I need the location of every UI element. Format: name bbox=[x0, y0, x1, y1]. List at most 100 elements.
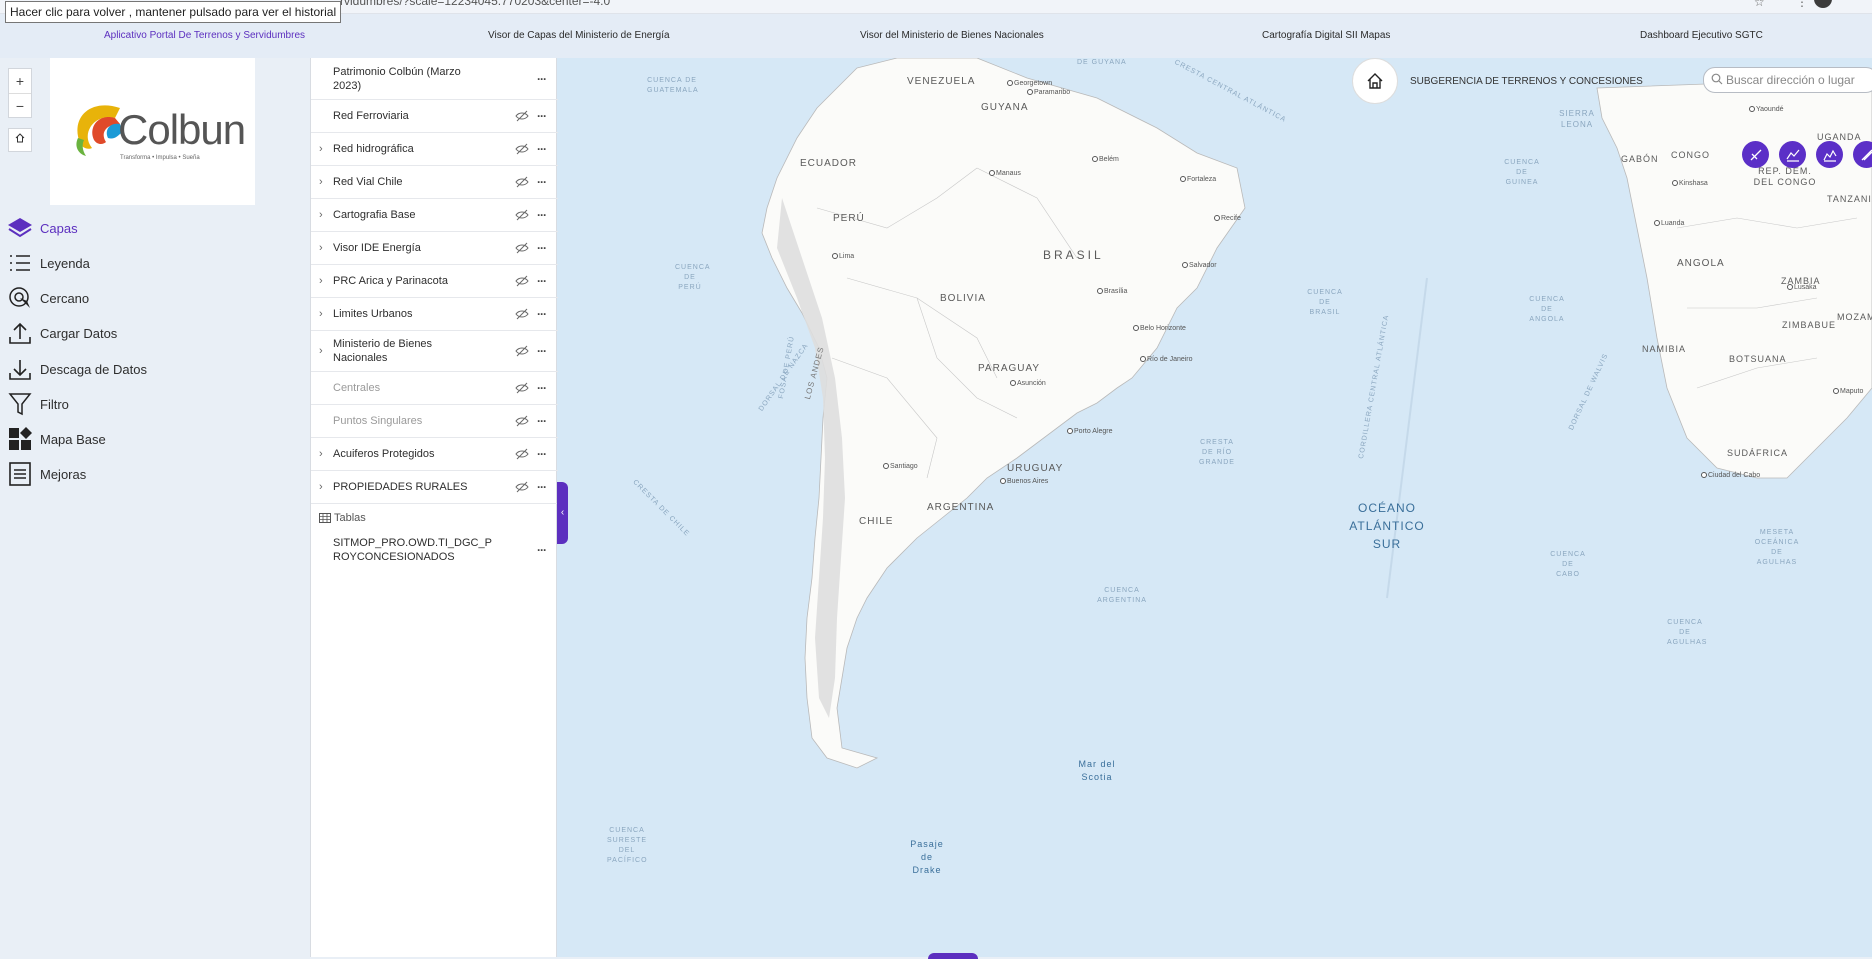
country-label: URUGUAY bbox=[1007, 463, 1063, 474]
visibility-off-icon[interactable] bbox=[515, 109, 529, 123]
layer-item[interactable]: Patrimonio Colbún (Marzo 2023)··· bbox=[311, 58, 558, 100]
country-label: ARGENTINA bbox=[927, 502, 994, 513]
visibility-off-icon[interactable] bbox=[515, 175, 529, 189]
layer-options-button[interactable]: ··· bbox=[537, 241, 546, 255]
chevron-right-icon[interactable]: › bbox=[319, 143, 323, 155]
nav-link-dashboard-sgtc[interactable]: Dashboard Ejecutivo SGTC bbox=[1640, 30, 1763, 41]
default-extent-button[interactable] bbox=[1352, 58, 1398, 104]
table-item[interactable]: SITMOP_PRO.OWD.TI_DGC_PROYCONCESIONADOS … bbox=[311, 532, 558, 568]
basin-label: CUENCA DE BRASIL bbox=[1307, 288, 1343, 318]
zoom-in-button[interactable]: + bbox=[9, 69, 31, 94]
visibility-off-icon[interactable] bbox=[515, 142, 529, 156]
city-label: Luanda bbox=[1654, 220, 1684, 227]
sidebar-item-label: Cercano bbox=[40, 291, 89, 306]
browser-toolbar-icons[interactable]: ☆ ⋮ bbox=[1754, 0, 1822, 9]
layer-item[interactable]: Puntos Singulares··· bbox=[311, 405, 558, 438]
bottom-panel-toggle[interactable] bbox=[928, 953, 978, 959]
layer-item[interactable]: ›Ministerio de Bienes Nacionales··· bbox=[311, 331, 558, 372]
country-label: SIERRA LEONA bbox=[1557, 108, 1597, 130]
layer-options-button[interactable]: ··· bbox=[537, 142, 546, 156]
layer-options-button[interactable]: ··· bbox=[537, 480, 546, 494]
layer-name: Cartografia Base bbox=[333, 208, 473, 222]
sidebar-item-mapa-base[interactable]: Mapa Base bbox=[0, 424, 170, 454]
sidebar-item-cercano[interactable]: Cercano bbox=[0, 283, 170, 313]
zoom-out-button[interactable]: − bbox=[9, 94, 31, 119]
visibility-off-icon[interactable] bbox=[515, 480, 529, 494]
city-label: Porto Alegre bbox=[1067, 428, 1113, 435]
visibility-off-icon[interactable] bbox=[515, 381, 529, 395]
country-label: NAMIBIA bbox=[1642, 344, 1686, 354]
layer-options-button[interactable]: ··· bbox=[537, 414, 546, 428]
country-label: CHILE bbox=[859, 516, 893, 527]
chevron-right-icon[interactable]: › bbox=[319, 308, 323, 320]
visibility-off-icon[interactable] bbox=[515, 344, 529, 358]
table-item-name: SITMOP_PRO.OWD.TI_DGC_PROYCONCESIONADOS bbox=[333, 536, 493, 564]
chevron-right-icon[interactable]: › bbox=[319, 448, 323, 460]
address-search-input[interactable]: Buscar dirección o lugar bbox=[1703, 67, 1872, 93]
zoom-control: + − bbox=[8, 68, 32, 118]
layer-options-button[interactable]: ··· bbox=[537, 381, 546, 395]
layer-item[interactable]: › Cartografia Base ··· bbox=[311, 199, 558, 232]
measure-tool-button[interactable] bbox=[1779, 141, 1806, 168]
chevron-right-icon[interactable]: › bbox=[319, 481, 323, 493]
layer-item[interactable]: ›Limites Urbanos··· bbox=[311, 298, 558, 331]
nav-link-visor-bienes-nacionales[interactable]: Visor del Ministerio de Bienes Nacionale… bbox=[860, 30, 1044, 41]
sidebar-item-descarga-datos[interactable]: Descaga de Datos bbox=[0, 354, 170, 384]
country-label: PARAGUAY bbox=[978, 363, 1040, 374]
address-bar[interactable]: rvidumbres/?scale=12234045.770203&center… bbox=[340, 0, 610, 8]
layer-item[interactable]: ›Acuiferos Protegidos··· bbox=[311, 438, 558, 471]
back-button-tooltip: Hacer clic para volver , mantener pulsad… bbox=[5, 1, 341, 23]
visibility-off-icon[interactable] bbox=[515, 274, 529, 288]
layer-item[interactable]: › Visor IDE Energía ··· bbox=[311, 232, 558, 265]
sidebar-item-label: Capas bbox=[40, 221, 78, 236]
chevron-right-icon[interactable]: › bbox=[319, 176, 323, 188]
chevron-right-icon[interactable]: › bbox=[319, 345, 323, 357]
sidebar-item-filtro[interactable]: Filtro bbox=[0, 389, 170, 419]
layer-options-button[interactable]: ··· bbox=[537, 109, 546, 123]
layer-item[interactable]: ›PROPIEDADES RURALES··· bbox=[311, 471, 558, 504]
layer-options-button[interactable]: ··· bbox=[537, 208, 546, 222]
home-button[interactable] bbox=[8, 128, 32, 152]
sidebar-item-label: Mapa Base bbox=[40, 432, 106, 447]
layer-options-button[interactable]: ··· bbox=[537, 274, 546, 288]
sketch-tool-button[interactable] bbox=[1742, 141, 1769, 168]
visibility-off-icon[interactable] bbox=[515, 241, 529, 255]
layer-name: Red Ferroviaria bbox=[333, 109, 473, 123]
country-label: UGANDA bbox=[1817, 132, 1862, 142]
basin-label: DE GUYANA bbox=[1077, 58, 1127, 68]
layer-name: Visor IDE Energía bbox=[333, 241, 473, 255]
basin-label: CUENCA DE GUATEMALA bbox=[647, 76, 697, 96]
layer-options-button[interactable]: ··· bbox=[537, 447, 546, 461]
elevation-profile-button[interactable] bbox=[1816, 141, 1843, 168]
country-label: ZIMBABUE bbox=[1782, 320, 1836, 330]
map-view[interactable]: VENEZUELA GUYANA ECUADOR PERÚ BRASIL BOL… bbox=[557, 58, 1872, 957]
layer-options-button[interactable]: ··· bbox=[537, 72, 546, 86]
nav-link-visor-energia[interactable]: Visor de Capas del Ministerio de Energía bbox=[488, 30, 670, 41]
visibility-off-icon[interactable] bbox=[515, 208, 529, 222]
nav-link-portal-terrenos[interactable]: Aplicativo Portal De Terrenos y Servidum… bbox=[104, 30, 305, 41]
layer-item[interactable]: ›Red Vial Chile··· bbox=[311, 166, 558, 199]
home-icon bbox=[15, 133, 25, 143]
layer-options-button[interactable]: ··· bbox=[537, 307, 546, 321]
layer-item[interactable]: ›PRC Arica y Parinacota··· bbox=[311, 265, 558, 298]
layer-options-button[interactable]: ··· bbox=[537, 175, 546, 189]
layer-item[interactable]: Centrales··· bbox=[311, 372, 558, 405]
layer-item[interactable]: ›Red hidrográfica··· bbox=[311, 133, 558, 166]
layer-options-button[interactable]: ··· bbox=[537, 344, 546, 358]
sidebar-item-leyenda[interactable]: Leyenda bbox=[0, 248, 170, 278]
sidebar-item-mejoras[interactable]: Mejoras bbox=[0, 459, 170, 489]
table-options-button[interactable]: ··· bbox=[537, 543, 546, 557]
chevron-right-icon[interactable]: › bbox=[319, 242, 323, 254]
chevron-right-icon[interactable]: › bbox=[319, 275, 323, 287]
sidebar-item-capas[interactable]: Capas bbox=[0, 213, 170, 243]
sidebar-item-cargar-datos[interactable]: Cargar Datos bbox=[0, 318, 170, 348]
basin-label: CRESTA DE RÍO GRANDE bbox=[1197, 438, 1237, 468]
collapse-panel-button[interactable]: ‹ bbox=[557, 482, 568, 544]
nav-link-cartografia-sii[interactable]: Cartografía Digital SII Mapas bbox=[1262, 30, 1390, 41]
chevron-right-icon[interactable]: › bbox=[319, 209, 323, 221]
visibility-off-icon[interactable] bbox=[515, 307, 529, 321]
layer-item[interactable]: Red Ferroviaria ··· bbox=[311, 100, 558, 133]
visibility-off-icon[interactable] bbox=[515, 447, 529, 461]
city-label: Kinshasa bbox=[1672, 180, 1708, 187]
visibility-off-icon[interactable] bbox=[515, 414, 529, 428]
